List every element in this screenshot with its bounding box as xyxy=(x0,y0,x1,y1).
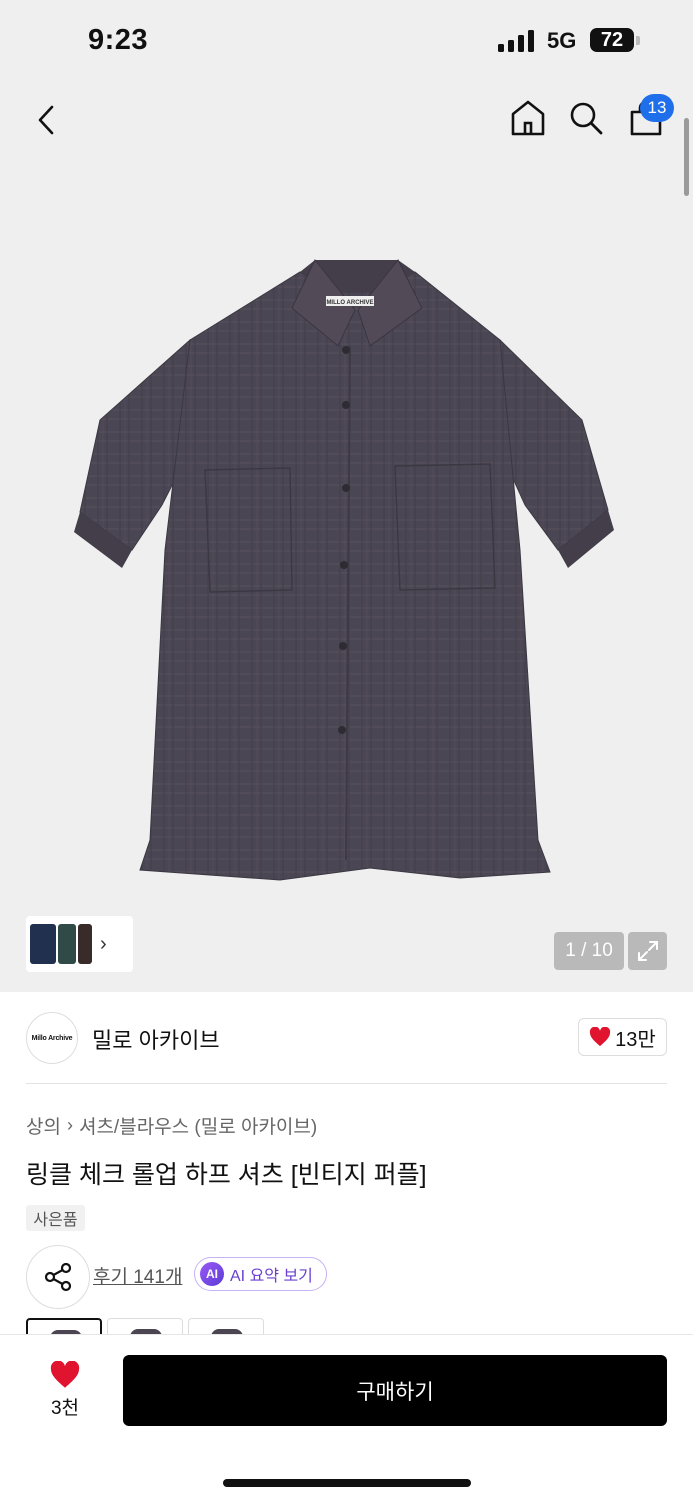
network-label: 5G xyxy=(547,28,577,53)
brand-like-button[interactable]: 13만 xyxy=(578,1018,667,1056)
brand-name[interactable]: 밀로 아카이브 xyxy=(92,1023,220,1055)
signal-icon xyxy=(498,30,534,52)
brand-like-count: 13만 xyxy=(615,1028,656,1051)
expand-button[interactable] xyxy=(628,932,667,970)
home-icon xyxy=(511,100,545,136)
chevron-right-icon: › xyxy=(100,932,107,955)
bottom-action-bar: 3천 구매하기 xyxy=(0,1334,693,1500)
ai-summary-label: AI 요약 보기 xyxy=(230,1268,313,1285)
home-button[interactable] xyxy=(506,96,550,140)
wishlist-count: 3천 xyxy=(50,1397,80,1419)
image-page-indicator: 1 / 10 xyxy=(554,932,624,970)
buy-button[interactable]: 구매하기 xyxy=(123,1355,667,1426)
scrollbar[interactable] xyxy=(684,118,689,196)
ai-summary-button[interactable]: AI AI 요약 보기 xyxy=(194,1257,327,1291)
divider xyxy=(26,1083,667,1084)
breadcrumb: 상의 › 셔츠/블라우스 (밀로 아카이브) xyxy=(26,1112,317,1139)
product-title: 링클 체크 롤업 하프 셔츠 [빈티지 퍼플] xyxy=(26,1161,427,1189)
back-button[interactable] xyxy=(24,98,68,142)
status-bar: 9:23 5G 72 xyxy=(0,0,693,84)
share-button[interactable] xyxy=(26,1245,90,1309)
gift-tag: 사은품 xyxy=(26,1205,85,1231)
color-thumbnail[interactable] xyxy=(30,924,56,964)
wishlist-button[interactable]: 3천 xyxy=(30,1355,100,1425)
battery-tip xyxy=(636,36,640,45)
chevron-right-icon: › xyxy=(66,1115,73,1135)
search-button[interactable] xyxy=(564,96,608,140)
product-gallery: 9:23 5G 72 13 MILLO ARCHIVE › 1 / 10 xyxy=(0,0,693,992)
brand-logo[interactable]: Millo Archive xyxy=(26,1012,78,1064)
search-icon xyxy=(570,102,603,135)
cart-count-badge: 13 xyxy=(640,94,674,122)
status-time: 9:23 xyxy=(88,24,149,56)
breadcrumb-category[interactable]: 상의 xyxy=(26,1112,61,1139)
product-image[interactable]: MILLO ARCHIVE xyxy=(70,250,620,890)
battery-icon: 72 xyxy=(590,28,634,52)
color-thumbnail-strip[interactable]: › xyxy=(26,916,133,972)
home-indicator[interactable] xyxy=(223,1479,471,1487)
breadcrumb-subcategory[interactable]: 셔츠/블라우스 (밀로 아카이브) xyxy=(79,1112,317,1139)
chevron-left-icon xyxy=(38,105,54,135)
brand-logo-text: Millo Archive xyxy=(31,1034,73,1042)
color-thumbnail[interactable] xyxy=(58,924,76,964)
heart-icon xyxy=(50,1360,80,1388)
share-icon xyxy=(44,1262,72,1292)
ai-badge-icon: AI xyxy=(200,1262,224,1286)
shirt-brand-label: MILLO ARCHIVE xyxy=(326,300,373,306)
review-count-link[interactable]: 후기 141개 xyxy=(93,1262,182,1289)
expand-icon xyxy=(637,941,658,961)
heart-icon xyxy=(590,1027,611,1047)
color-thumbnail[interactable] xyxy=(78,924,92,964)
